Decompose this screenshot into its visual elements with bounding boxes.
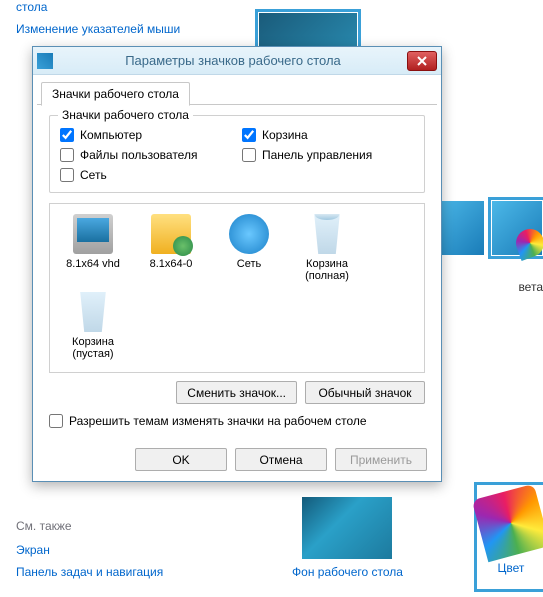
chk-label: Сеть xyxy=(80,168,107,182)
dialog-title: Параметры значков рабочего стола xyxy=(59,53,407,68)
chk-network-input[interactable] xyxy=(60,168,74,182)
chk-label: Компьютер xyxy=(80,128,142,142)
chk-recycle-input[interactable] xyxy=(242,128,256,142)
icon-item[interactable]: Корзина (пустая) xyxy=(58,292,128,362)
link-screen[interactable]: Экран xyxy=(16,543,216,557)
icon-label: 8.1x64 vhd xyxy=(58,258,128,270)
desktop-icons-dialog: Параметры значков рабочего стола Значки … xyxy=(32,46,442,482)
close-button[interactable] xyxy=(407,51,437,71)
bottom-color-label: Цвет xyxy=(479,561,543,575)
caption-partial: вета xyxy=(518,280,543,294)
ok-button[interactable]: OK xyxy=(135,448,227,471)
chk-computer-input[interactable] xyxy=(60,128,74,142)
icon-label: Корзина (пустая) xyxy=(58,336,128,360)
color-icon xyxy=(472,484,543,562)
chk-control-input[interactable] xyxy=(242,148,256,162)
chk-label: Корзина xyxy=(262,128,308,142)
bottom-wallpaper[interactable]: Фон рабочего стола xyxy=(292,497,403,587)
chk-allow-themes[interactable]: Разрешить темам изменять значки на рабоч… xyxy=(49,414,425,428)
change-icon-button[interactable]: Сменить значок... xyxy=(176,381,297,404)
tab-strip: Значки рабочего стола xyxy=(37,79,437,105)
wallpaper-icon xyxy=(302,497,392,559)
chk-label: Панель управления xyxy=(262,148,372,162)
chk-label: Разрешить темам изменять значки на рабоч… xyxy=(69,414,367,428)
chk-recycle[interactable]: Корзина xyxy=(242,128,414,142)
icon-item[interactable]: 8.1x64 vhd xyxy=(58,214,128,284)
bottom-wallpaper-label: Фон рабочего стола xyxy=(292,565,403,579)
tab-desktop-icons[interactable]: Значки рабочего стола xyxy=(41,82,190,106)
chk-allow-input[interactable] xyxy=(49,414,63,428)
group-title: Значки рабочего стола xyxy=(58,108,193,122)
apply-button[interactable]: Применить xyxy=(335,448,427,471)
icon-item[interactable]: Сеть xyxy=(214,214,284,284)
computer-icon xyxy=(73,214,113,254)
chk-label: Файлы пользователя xyxy=(80,148,197,162)
chk-computer[interactable]: Компьютер xyxy=(60,128,232,142)
icon-label: 8.1x64-0 xyxy=(136,258,206,270)
chk-network[interactable]: Сеть xyxy=(60,168,232,182)
icon-list[interactable]: 8.1x64 vhd 8.1x64-0 Сеть Корзина (полная) Ко… xyxy=(49,203,425,373)
chk-user-files-input[interactable] xyxy=(60,148,74,162)
bin-full-icon xyxy=(307,214,347,254)
icon-label: Сеть xyxy=(214,258,284,270)
group-desktop-icons: Значки рабочего стола Компьютер Корзина … xyxy=(49,115,425,193)
link-taskbar[interactable]: Панель задач и навигация xyxy=(16,565,216,579)
restore-icon-button[interactable]: Обычный значок xyxy=(305,381,425,404)
chk-control-panel[interactable]: Панель управления xyxy=(242,148,414,162)
nav-link-partial[interactable]: стола xyxy=(16,0,216,14)
system-icon xyxy=(37,53,53,69)
close-icon xyxy=(417,56,427,66)
titlebar: Параметры значков рабочего стола xyxy=(33,47,441,75)
icon-item[interactable]: Корзина (полная) xyxy=(292,214,362,284)
cancel-button[interactable]: Отмена xyxy=(235,448,327,471)
bin-icon xyxy=(73,292,113,332)
icon-item[interactable]: 8.1x64-0 xyxy=(136,214,206,284)
bottom-color[interactable]: Цвет xyxy=(479,487,543,587)
theme-paint-thumb[interactable] xyxy=(491,200,543,256)
nav-mouse-pointers[interactable]: Изменение указателей мыши xyxy=(16,22,216,36)
see-also-header: См. также xyxy=(16,519,216,533)
icon-label: Корзина (полная) xyxy=(292,258,362,282)
chk-user-files[interactable]: Файлы пользователя xyxy=(60,148,232,162)
folder-icon xyxy=(151,214,191,254)
network-icon xyxy=(229,214,269,254)
